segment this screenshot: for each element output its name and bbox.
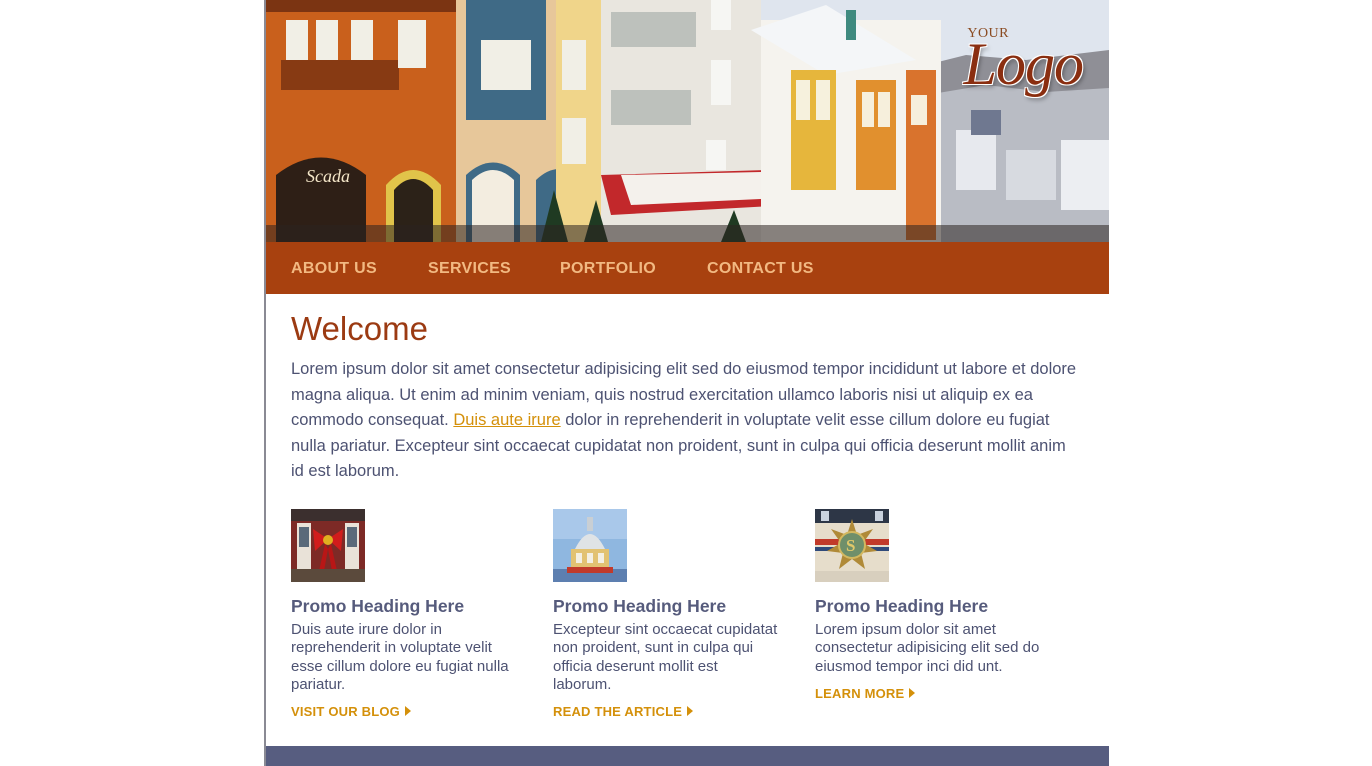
nav-item-portfolio[interactable]: PORTFOLIO bbox=[560, 260, 656, 278]
promo-link-learn-more[interactable]: LEARN MORE bbox=[815, 686, 916, 701]
svg-text:S: S bbox=[846, 536, 855, 555]
nav-item-about-us[interactable]: ABOUT US bbox=[291, 260, 377, 278]
arrow-right-icon bbox=[909, 688, 916, 698]
arrow-right-icon bbox=[404, 706, 411, 716]
promo-link-label-3: LEARN MORE bbox=[815, 686, 905, 701]
promo-thumbnail-1 bbox=[291, 509, 365, 582]
nav-item-contact-us[interactable]: CONTACT US bbox=[707, 260, 814, 278]
promo-text-3: Lorem ipsum dolor sit amet consectetur a… bbox=[815, 621, 1040, 675]
site-logo[interactable]: YOUR Logo bbox=[943, 24, 1084, 104]
promo-thumbnail-3: S bbox=[815, 509, 889, 582]
promo-link-label-1: VISIT OUR BLOG bbox=[291, 704, 400, 719]
page-title: Welcome bbox=[291, 310, 428, 347]
footer-bar bbox=[266, 746, 1109, 766]
promo-link-label-2: READ THE ARTICLE bbox=[553, 704, 683, 719]
logo-main-text: Logo bbox=[963, 31, 1084, 97]
promo-heading-3: Promo Heading Here bbox=[815, 596, 989, 616]
nav-item-services[interactable]: SERVICES bbox=[428, 260, 511, 278]
svg-text:Scada: Scada bbox=[306, 166, 350, 186]
promo-link-visit-our-blog[interactable]: VISIT OUR BLOG bbox=[291, 704, 411, 719]
main-navigation: ABOUT US SERVICES PORTFOLIO CONTACT US bbox=[266, 242, 1109, 294]
intro-inline-link[interactable]: Duis aute irure bbox=[453, 411, 560, 429]
arrow-right-icon bbox=[687, 706, 694, 716]
promo-heading-2: Promo Heading Here bbox=[553, 596, 727, 616]
intro-paragraph: Lorem ipsum dolor sit amet consectetur a… bbox=[291, 357, 1081, 485]
header-banner: Scada YOUR Logo bbox=[266, 0, 1109, 242]
promo-thumbnail-2 bbox=[553, 509, 627, 582]
promo-text-2: Excepteur sint occaecat cupidatat non pr… bbox=[553, 621, 778, 693]
promo-link-read-the-article[interactable]: READ THE ARTICLE bbox=[553, 704, 694, 719]
promo-text-1: Duis aute irure dolor in reprehenderit i… bbox=[291, 621, 509, 693]
page-container: Scada YOUR Logo ABOUT US SERVICES PORTFO… bbox=[264, 0, 1109, 766]
promo-heading-1: Promo Heading Here bbox=[291, 596, 465, 616]
